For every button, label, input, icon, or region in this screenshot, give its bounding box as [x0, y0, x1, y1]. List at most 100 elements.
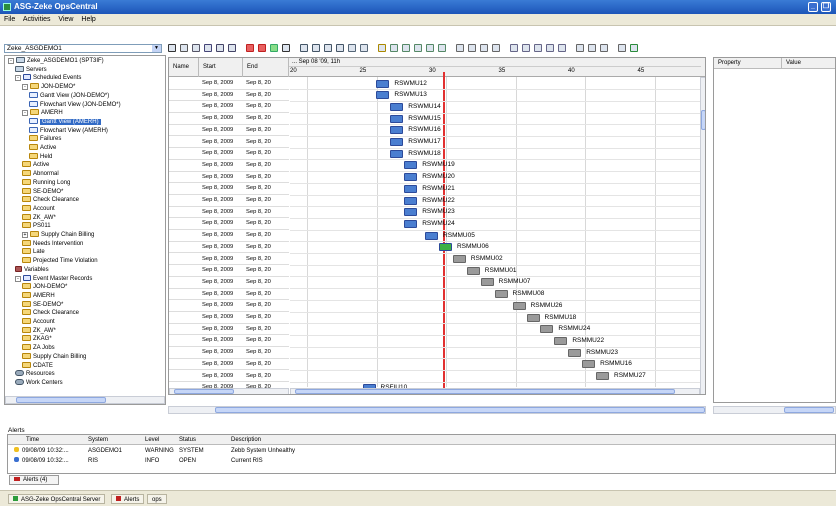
alerts-header-status[interactable]: Status	[179, 435, 196, 445]
menu-view[interactable]: View	[58, 16, 73, 23]
find-icon[interactable]	[510, 44, 518, 52]
tree-node[interactable]: Gantt View (JON-DEMO*)	[29, 91, 109, 101]
table-row[interactable]: RSW...Sep 8, 2009Sep 8, 20	[169, 160, 289, 172]
document-icon[interactable]	[300, 44, 308, 52]
table-row[interactable]: RSM...Sep 8, 2009Sep 8, 20	[169, 277, 289, 289]
table-row[interactable]: RSF...Sep 8, 2009Sep 8, 20	[169, 394, 289, 395]
tree-node[interactable]: Failures	[29, 135, 61, 144]
tree-node[interactable]: Needs Intervention	[22, 239, 83, 249]
gantt-bar[interactable]	[596, 372, 610, 380]
collapse-icon[interactable]: -	[15, 275, 21, 282]
tree-node[interactable]: Gantt View (AMERH)	[29, 117, 101, 127]
print-icon[interactable]	[336, 44, 344, 52]
tree-node[interactable]: ZK_AW*	[22, 326, 56, 336]
gantt-bar[interactable]	[568, 348, 582, 357]
expand-icon[interactable]: +	[22, 232, 28, 238]
grid-footer-scrollbar[interactable]	[168, 406, 706, 414]
status-server[interactable]: ASG-Zeke OpsCentral Server	[8, 494, 106, 504]
search-icon[interactable]	[534, 44, 542, 52]
pointer-icon[interactable]	[168, 44, 176, 52]
table-row[interactable]: RSM...Sep 8, 2009Sep 8, 20	[169, 359, 289, 371]
table-row[interactable]: RSM...Sep 8, 2009Sep 8, 20	[169, 254, 289, 266]
table-row[interactable]: RSW...Sep 8, 2009Sep 8, 20	[169, 90, 289, 102]
gantt-bar[interactable]	[390, 114, 404, 123]
add-icon[interactable]	[402, 44, 410, 52]
gantt-bar[interactable]	[526, 313, 540, 322]
export-icon[interactable]	[312, 44, 320, 52]
gantt-bar[interactable]	[480, 278, 494, 287]
table-row[interactable]: RSW...Sep 8, 2009Sep 8, 20	[169, 172, 289, 184]
table-row[interactable]: RSM...Sep 8, 2009Sep 8, 20	[169, 335, 289, 348]
tree-node[interactable]: - Scheduled Events	[15, 74, 81, 83]
property-scroll-thumb[interactable]	[784, 407, 834, 413]
copy-icon[interactable]	[324, 44, 332, 52]
tree-node[interactable]: ZK_AW*	[22, 213, 56, 223]
alerts-header-time[interactable]: Time	[26, 435, 39, 445]
tree-icon[interactable]	[390, 44, 398, 52]
tree-node[interactable]: Check Clearance	[22, 196, 79, 205]
grid-left-scroll-thumb[interactable]	[174, 389, 234, 394]
tree-node[interactable]: - JON-DEMO*	[22, 83, 75, 92]
gantt-bar[interactable]	[404, 184, 418, 193]
person-icon[interactable]	[546, 44, 554, 52]
table-row[interactable]: RSM...Sep 8, 2009Sep 8, 20	[169, 324, 289, 336]
table-row[interactable]: RSW...Sep 8, 2009Sep 8, 20	[169, 183, 289, 195]
gantt-bar[interactable]	[452, 255, 466, 263]
alerts-header-level[interactable]: Level	[145, 435, 159, 445]
tree-node[interactable]: ZKAG*	[22, 335, 52, 344]
tree-node[interactable]: SE-DEMO*	[22, 300, 63, 310]
gantt-bar[interactable]	[540, 325, 554, 334]
table-row[interactable]: RSM...Sep 8, 2009Sep 8, 20	[169, 312, 289, 324]
tree-node[interactable]: Servers	[15, 65, 47, 75]
status-user[interactable]: ops	[147, 494, 167, 504]
table-row[interactable]: RSW...Sep 8, 2009Sep 8, 20	[169, 218, 289, 231]
tree-node[interactable]: Work Centers	[15, 378, 63, 388]
gear-icon[interactable]	[618, 44, 626, 52]
tree-node[interactable]: SE-DEMO*	[22, 187, 63, 197]
table-row[interactable]: RSW...Sep 8, 2009Sep 8, 20	[169, 207, 289, 219]
gantt-bar[interactable]	[390, 102, 404, 111]
tree-node[interactable]: ZA Jobs	[22, 344, 55, 353]
tree-node[interactable]: Flowchart View (JON-DEMO*)	[29, 100, 121, 110]
column-header-start[interactable]: Start	[199, 58, 243, 77]
property-scrollbar[interactable]	[713, 406, 836, 414]
gantt-bar[interactable]	[494, 290, 508, 299]
gantt-bar[interactable]	[582, 360, 596, 369]
tree-node[interactable]: JON-DEMO*	[22, 283, 67, 292]
table-row[interactable]: RSW...Sep 8, 2009Sep 8, 20	[169, 113, 289, 125]
settings-icon[interactable]	[600, 44, 608, 52]
tree-node[interactable]: AMERH	[22, 291, 55, 301]
tree-node[interactable]: - AMERH	[22, 109, 63, 118]
gantt-bar[interactable]	[376, 91, 390, 100]
tree-node[interactable]: PS011	[22, 222, 51, 231]
table-row[interactable]: RSW...Sep 8, 2009Sep 8, 20	[169, 125, 289, 137]
cut-icon[interactable]	[456, 44, 464, 52]
gantt-bar[interactable]	[404, 208, 418, 217]
gantt-bar[interactable]	[404, 161, 418, 170]
grid-footer-scroll-thumb[interactable]	[215, 407, 705, 413]
refresh-icon[interactable]	[180, 44, 188, 52]
menu-file[interactable]: File	[4, 16, 15, 23]
table-row[interactable]: RSW...Sep 8, 2009Sep 8, 20	[169, 148, 289, 160]
flag-icon[interactable]	[576, 44, 584, 52]
tree-node[interactable]: Active	[29, 144, 56, 153]
forward-icon[interactable]	[438, 44, 446, 52]
user-icon[interactable]	[426, 44, 434, 52]
tree-horizontal-scrollbar[interactable]	[5, 396, 165, 404]
find-icon[interactable]	[282, 44, 290, 52]
run-icon[interactable]	[270, 44, 278, 52]
hold-icon[interactable]	[258, 44, 266, 52]
lock-icon[interactable]	[378, 44, 386, 52]
table-row[interactable]: RSW...Sep 8, 2009Sep 8, 20	[169, 101, 289, 114]
status-alerts[interactable]: Alerts	[111, 494, 145, 504]
collapse-icon[interactable]: -	[15, 75, 21, 82]
tree-node[interactable]: Variables	[15, 265, 49, 275]
alerts-header-description[interactable]: Description	[231, 435, 261, 445]
grid-scroll-thumb[interactable]	[701, 110, 705, 130]
tree-node[interactable]: Abnormal	[22, 170, 59, 179]
tree-node[interactable]: Running Long	[22, 178, 70, 188]
gantt-bar[interactable]	[390, 138, 404, 146]
merge-icon[interactable]	[468, 44, 476, 52]
link-icon[interactable]	[492, 44, 500, 52]
collapse-icon[interactable]: -	[22, 84, 28, 91]
